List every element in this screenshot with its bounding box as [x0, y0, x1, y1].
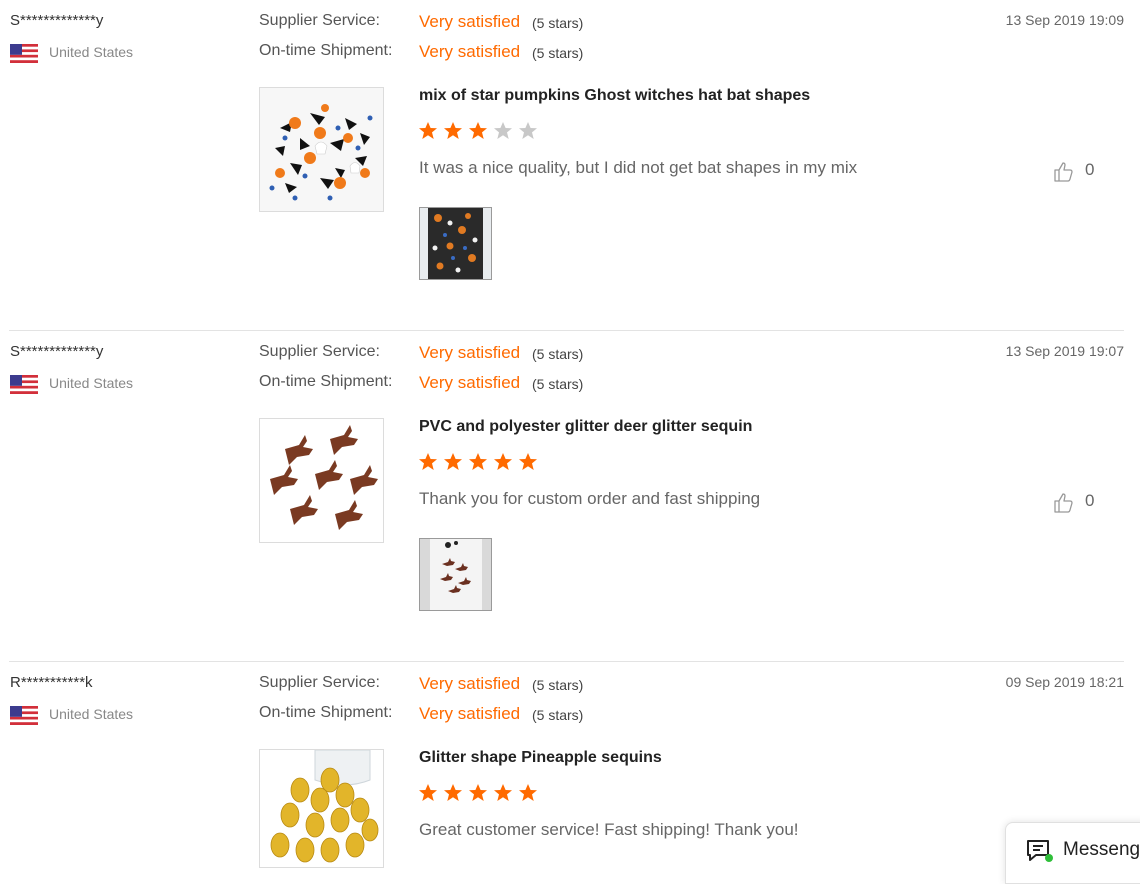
star-filled-icon	[443, 783, 463, 803]
review-item: S*************y United States Supplier S…	[0, 0, 1124, 331]
reviewer-country: United States	[49, 375, 134, 391]
helpful-count: 0	[1085, 160, 1095, 179]
shipment-value: Very satisfied	[419, 704, 521, 723]
buyer-photo[interactable]	[419, 538, 492, 611]
star-filled-icon	[493, 452, 513, 472]
buyer-photo[interactable]	[419, 207, 492, 280]
reviewer-name: S*************y	[10, 343, 104, 360]
supplier-service-stars: (5 stars)	[532, 346, 584, 362]
helpful-count: 0	[1085, 491, 1095, 510]
shipment-label: On-time Shipment:	[259, 373, 393, 390]
reviewer-name: R***********k	[10, 674, 93, 691]
review-item: R***********k United States Supplier Ser…	[0, 662, 1124, 868]
review-comment: Thank you for custom order and fast ship…	[419, 489, 761, 508]
deer-sequin-image	[260, 419, 383, 542]
supplier-service-stars: (5 stars)	[532, 15, 584, 31]
star-filled-icon	[468, 452, 488, 472]
star-filled-icon	[443, 452, 463, 472]
chat-icon	[1027, 840, 1053, 862]
buyer-photo-deer	[420, 539, 491, 610]
shipment-stars: (5 stars)	[532, 707, 584, 723]
reviewer-country: United States	[49, 706, 134, 722]
shipment-stars: (5 stars)	[532, 376, 584, 392]
star-filled-icon	[418, 121, 438, 141]
shipment-value: Very satisfied	[419, 42, 521, 61]
supplier-service-value: Very satisfied	[419, 343, 521, 362]
star-filled-icon	[518, 783, 538, 803]
shipment-label: On-time Shipment:	[259, 704, 393, 721]
star-filled-icon	[493, 783, 513, 803]
us-flag-icon	[10, 706, 38, 725]
star-filled-icon	[418, 783, 438, 803]
review-rating	[418, 121, 543, 147]
messenger-label: Messenger	[1063, 839, 1140, 860]
reviewer-name: S*************y	[10, 12, 104, 29]
product-title[interactable]: Glitter shape Pineapple sequins	[419, 749, 662, 767]
thumbs-up-icon	[1054, 493, 1073, 513]
star-filled-icon	[468, 783, 488, 803]
supplier-service-value: Very satisfied	[419, 674, 521, 693]
us-flag-icon	[10, 375, 38, 394]
supplier-service-label: Supplier Service:	[259, 343, 380, 360]
shipment-stars: (5 stars)	[532, 45, 584, 61]
review-item: S*************y United States Supplier S…	[0, 331, 1124, 662]
supplier-service-label: Supplier Service:	[259, 12, 380, 29]
review-comment: Great customer service! Fast shipping! T…	[419, 820, 799, 839]
messenger-button[interactable]: Messenger	[1005, 822, 1140, 884]
star-empty-icon	[493, 121, 513, 141]
product-title[interactable]: mix of star pumpkins Ghost witches hat b…	[419, 87, 810, 105]
supplier-service-label: Supplier Service:	[259, 674, 380, 691]
product-thumbnail[interactable]	[259, 87, 384, 212]
product-thumbnail[interactable]	[259, 749, 384, 868]
star-empty-icon	[518, 121, 538, 141]
star-filled-icon	[468, 121, 488, 141]
helpful-button[interactable]: 0	[1052, 158, 1102, 184]
supplier-service-stars: (5 stars)	[532, 677, 584, 693]
review-date: 13 Sep 2019 19:07	[1005, 343, 1124, 359]
review-comment: It was a nice quality, but I did not get…	[419, 158, 858, 177]
pineapple-sequin-image	[260, 750, 383, 867]
star-filled-icon	[418, 452, 438, 472]
product-thumbnail[interactable]	[259, 418, 384, 543]
review-rating	[418, 783, 543, 809]
product-title[interactable]: PVC and polyester glitter deer glitter s…	[419, 418, 752, 436]
supplier-service-value: Very satisfied	[419, 12, 521, 31]
star-filled-icon	[443, 121, 463, 141]
review-rating	[418, 452, 543, 478]
reviewer-country: United States	[49, 44, 134, 60]
us-flag-icon	[10, 44, 38, 63]
helpful-button[interactable]: 0	[1052, 489, 1102, 515]
review-date: 13 Sep 2019 19:09	[1005, 12, 1124, 28]
shipment-label: On-time Shipment:	[259, 42, 393, 59]
review-date: 09 Sep 2019 18:21	[1005, 674, 1124, 690]
star-filled-icon	[518, 452, 538, 472]
buyer-photo-confetti	[420, 208, 491, 279]
halloween-confetti-image	[260, 88, 383, 211]
thumbs-up-icon	[1054, 162, 1073, 182]
shipment-value: Very satisfied	[419, 373, 521, 392]
